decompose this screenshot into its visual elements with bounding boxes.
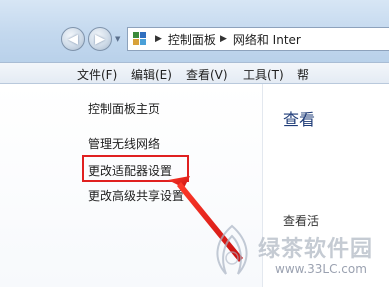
back-arrow-icon: ◀: [68, 31, 78, 47]
control-panel-icon: [133, 32, 147, 46]
forward-arrow-icon: ▶: [95, 31, 105, 47]
menu-bar: 文件(F) 编辑(E) 查看(V) 工具(T) 帮: [0, 62, 389, 84]
page-heading: 查看: [283, 110, 316, 129]
watermark-brand: 绿茶软件园: [258, 237, 374, 262]
content-subtext: 查看活: [283, 214, 320, 228]
highlight-box: [82, 155, 189, 182]
recent-pages-dropdown-icon[interactable]: ▼: [115, 35, 123, 43]
sidebar-item-manage-wireless[interactable]: 管理无线网络: [88, 135, 160, 152]
breadcrumb-network-internet[interactable]: 网络和 Inter: [233, 31, 301, 48]
breadcrumb-separator-icon[interactable]: ▶: [220, 34, 227, 44]
menu-tools[interactable]: 工具(T): [243, 66, 284, 83]
sidebar-item-control-panel-home[interactable]: 控制面板主页: [88, 100, 160, 117]
menu-view[interactable]: 查看(V): [186, 66, 228, 83]
address-bar[interactable]: ▶ 控制面板 ▶ 网络和 Inter: [127, 27, 389, 51]
watermark-logo-icon: [216, 224, 248, 275]
back-button[interactable]: ◀: [61, 27, 85, 51]
sidebar-item-advanced-sharing[interactable]: 更改高级共享设置: [88, 187, 184, 204]
breadcrumb-control-panel[interactable]: 控制面板: [168, 31, 216, 48]
breadcrumb-separator-icon[interactable]: ▶: [155, 34, 162, 44]
menu-edit[interactable]: 编辑(E): [131, 66, 172, 83]
menu-help[interactable]: 帮: [297, 66, 309, 83]
watermark-url: www.33LC.com: [275, 262, 367, 276]
menu-file[interactable]: 文件(F): [77, 66, 117, 83]
forward-button[interactable]: ▶: [88, 27, 112, 51]
